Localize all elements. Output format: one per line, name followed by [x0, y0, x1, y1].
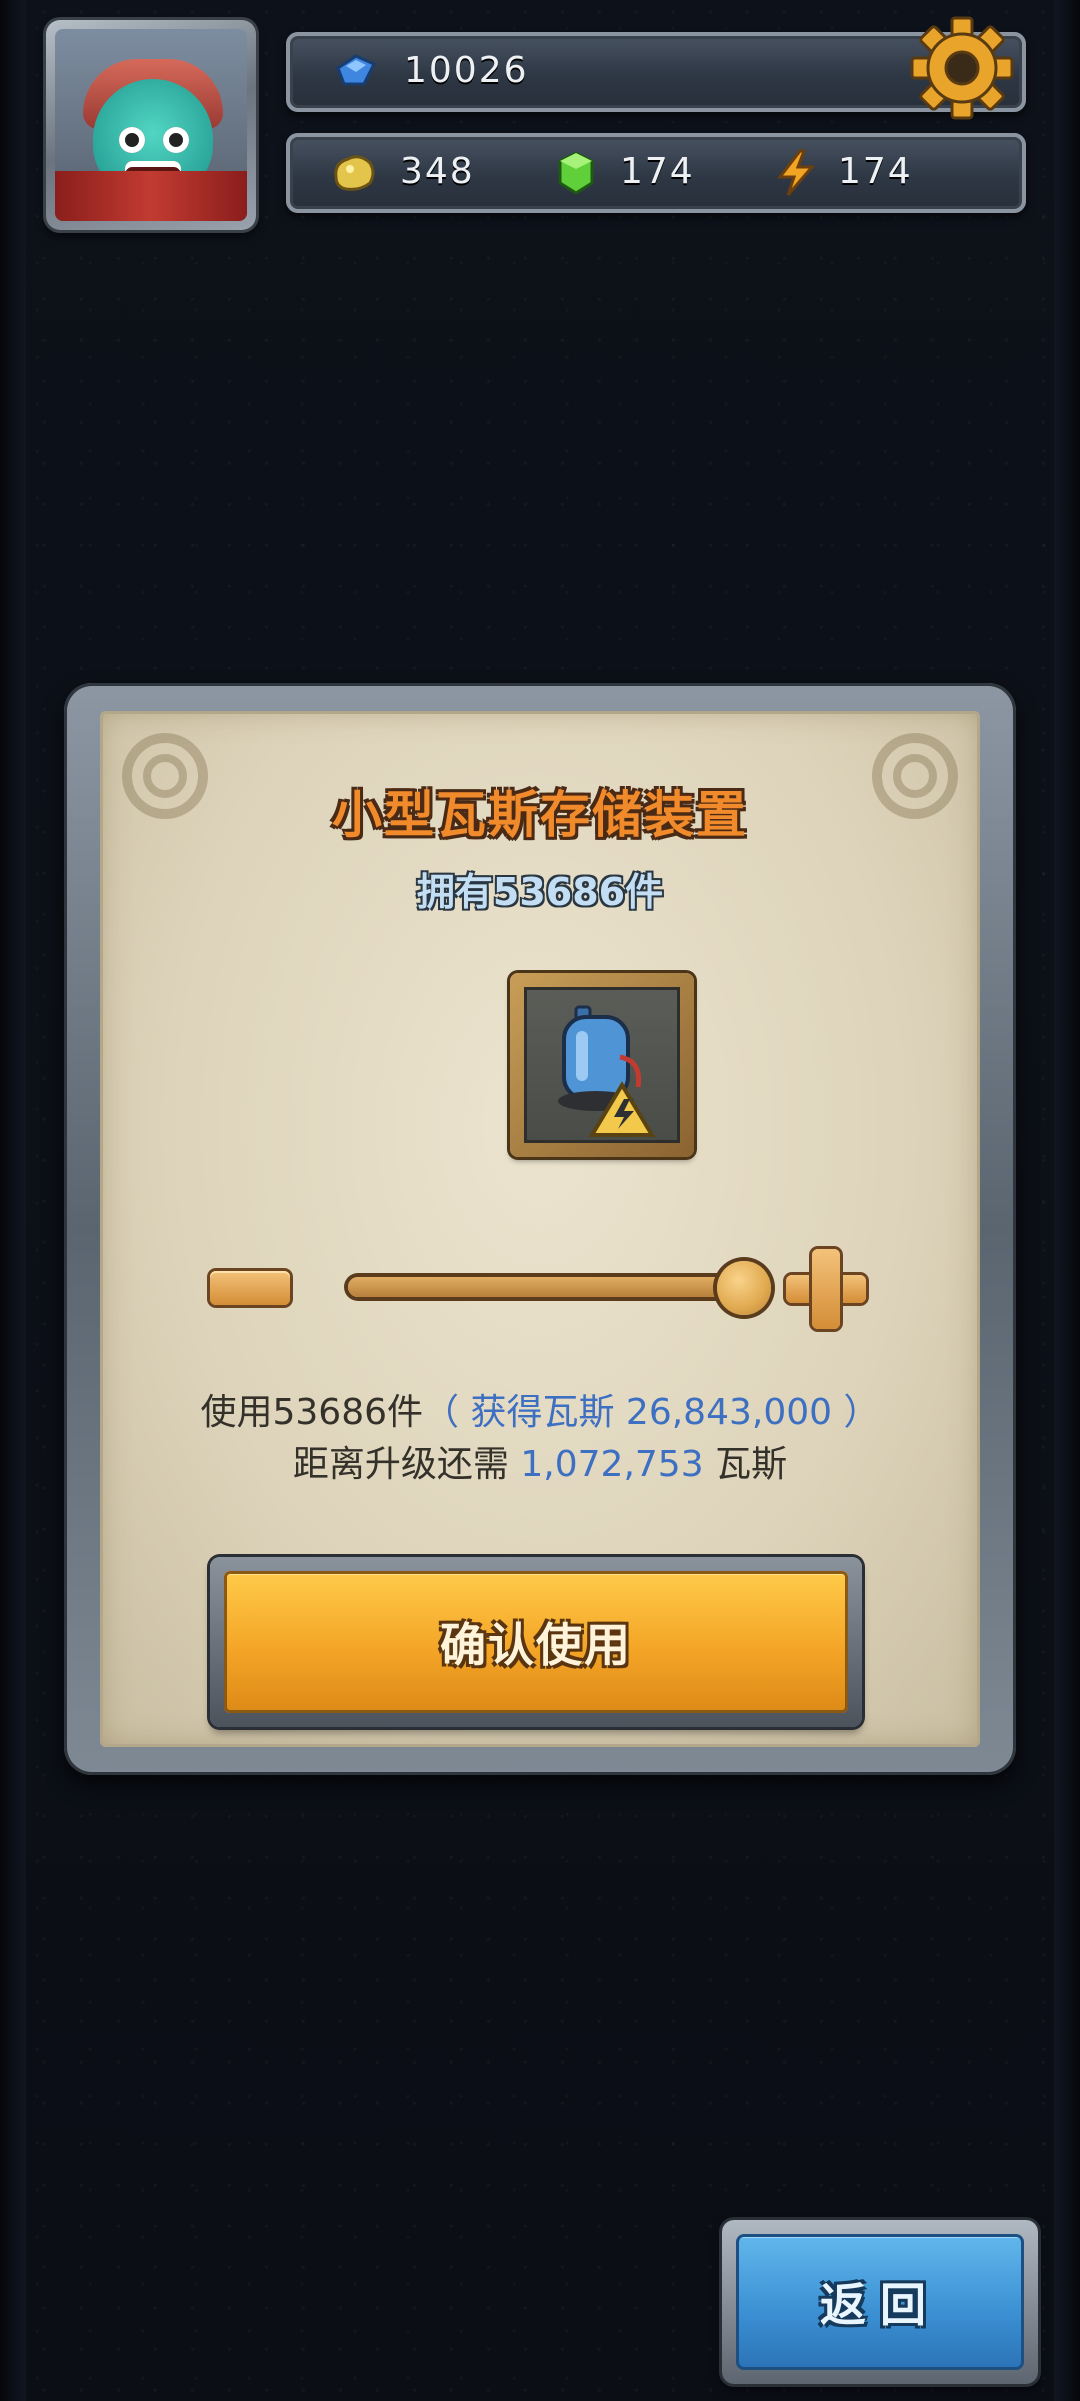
avatar-eye-left	[119, 127, 145, 153]
gas-gain-text: （ 获得瓦斯 26,843,000 ）	[423, 1392, 880, 1433]
gas-tank-icon	[558, 1005, 656, 1137]
upgrade-requirement: 距离升级还需 1,072,753 瓦斯	[100, 1435, 980, 1487]
item-slot	[510, 973, 694, 1157]
upgrade-unit: 瓦斯	[715, 1444, 788, 1485]
use-count-text: 使用53686件	[200, 1392, 424, 1433]
confirm-use-button[interactable]: 确认使用	[210, 1557, 862, 1727]
quantity-slider-knob[interactable]	[717, 1261, 771, 1315]
use-item-dialog: 小型瓦斯存储装置 拥有53686件 使用53686件（ 获得瓦斯 26,843,…	[64, 683, 1016, 1775]
avatar-coat	[55, 171, 247, 221]
dialog-panel: 小型瓦斯存储装置 拥有53686件 使用53686件（ 获得瓦斯 26,843,…	[100, 711, 980, 1747]
player-avatar[interactable]	[46, 20, 256, 230]
resource-bar: 348 174 174	[286, 133, 1026, 213]
use-summary: 使用53686件（ 获得瓦斯 26,843,000 ）	[100, 1383, 980, 1435]
back-button[interactable]: 返回	[722, 2220, 1038, 2384]
diamond-count: 10026	[404, 50, 529, 91]
item-slot-background	[524, 987, 680, 1143]
dialog-title: 小型瓦斯存储装置	[332, 786, 748, 844]
plus-bar-vertical	[812, 1249, 840, 1329]
avatar-portrait	[55, 29, 247, 221]
game-screen: 10026 348 174 174 小型瓦斯存储装置 拥有53686件 使用53…	[0, 0, 1080, 2401]
confirm-button-label: 确认使用	[440, 1618, 632, 1672]
back-button-face: 返回	[736, 2234, 1024, 2370]
back-button-label: 返回	[820, 2278, 940, 2332]
upgrade-prefix: 距离升级还需	[292, 1444, 509, 1485]
screen-edge-right	[1054, 0, 1080, 2401]
crystal-count: 174	[620, 151, 695, 192]
upgrade-amount: 1,072,753	[520, 1444, 704, 1485]
decrease-button[interactable]	[210, 1271, 290, 1305]
owned-count: 拥有53686件	[416, 870, 664, 914]
gold-ore-icon	[334, 155, 375, 191]
confirm-button-face: 确认使用	[224, 1571, 848, 1713]
avatar-eye-right	[163, 127, 189, 153]
gold-count: 348	[400, 151, 475, 192]
green-crystal-icon	[558, 151, 594, 195]
increase-button[interactable]	[786, 1249, 866, 1329]
energy-count: 174	[838, 151, 913, 192]
diamond-icon	[336, 54, 377, 86]
quantity-slider-track[interactable]	[348, 1277, 748, 1297]
settings-gear-icon[interactable]	[908, 14, 1016, 122]
energy-bolt-icon	[776, 149, 816, 196]
screen-edge-left	[0, 0, 26, 2401]
